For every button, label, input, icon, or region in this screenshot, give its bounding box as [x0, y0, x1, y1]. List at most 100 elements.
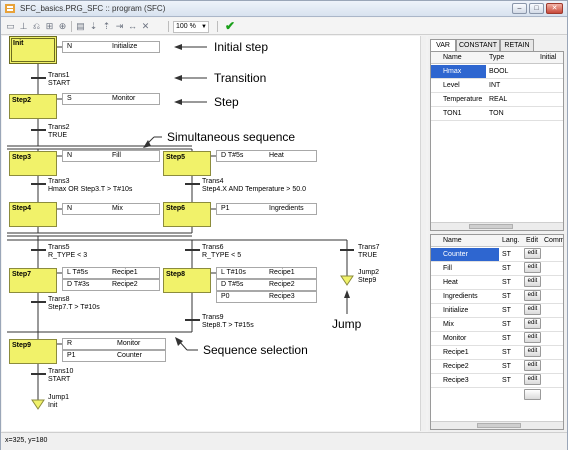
- table-row[interactable]: BOOL: [486, 65, 563, 79]
- delete-icon[interactable]: ✕: [140, 21, 151, 32]
- properties-icon[interactable]: ↔: [127, 21, 138, 32]
- action-name: Recipe1: [443, 349, 469, 356]
- right-panel: VAR CONSTANT RETAIN Name Type Initial Hm…: [428, 36, 567, 432]
- action-block[interactable]: L T#10s Recipe1: [216, 267, 317, 279]
- toolbar-separator: [71, 21, 72, 32]
- table-row[interactable]: ST edit: [499, 318, 563, 332]
- table-row[interactable]: Level INT: [431, 79, 563, 93]
- edit-button[interactable]: edit: [524, 318, 541, 329]
- close-button[interactable]: ✕: [546, 3, 563, 14]
- branch-icon[interactable]: ⎌: [31, 21, 42, 32]
- action-block[interactable]: N Initialize: [62, 41, 160, 53]
- table-row[interactable]: ST edit: [499, 304, 563, 318]
- action-block[interactable]: N Fill: [62, 150, 160, 162]
- minimize-button[interactable]: –: [512, 3, 527, 14]
- insert-icon[interactable]: ⇣: [88, 21, 99, 32]
- action-name: Initialize: [443, 307, 469, 314]
- canvas-scrollbar[interactable]: [420, 36, 426, 431]
- tab-constant[interactable]: CONSTANT: [456, 39, 500, 51]
- step-step3[interactable]: Step3: [9, 151, 57, 176]
- table-row[interactable]: ST edit: [499, 276, 563, 290]
- maximize-button[interactable]: □: [529, 3, 544, 14]
- transition-name: Trans5: [48, 244, 70, 251]
- step-step7[interactable]: Step7: [9, 268, 57, 293]
- table-row[interactable]: ST edit: [499, 360, 563, 374]
- var-name: Level: [443, 82, 460, 89]
- edit-button[interactable]: edit: [524, 248, 541, 259]
- step-step6[interactable]: Step6: [163, 202, 211, 227]
- scroll-thumb[interactable]: [477, 423, 521, 428]
- step-init[interactable]: Init: [9, 36, 57, 64]
- transition-name: Trans2: [48, 124, 70, 131]
- app-icon: [5, 4, 15, 13]
- move-down-icon[interactable]: ⇥: [114, 21, 125, 32]
- action-qualifier: D T#3s: [67, 281, 90, 288]
- step-step2[interactable]: Step2: [9, 94, 57, 119]
- edit-button[interactable]: edit: [524, 276, 541, 287]
- action-block[interactable]: P0 Recipe3: [216, 291, 317, 303]
- action-qualifier: L T#10s: [221, 269, 246, 276]
- table-row[interactable]: ST edit: [499, 374, 563, 388]
- action-block[interactable]: D T#3s Recipe2: [62, 279, 160, 291]
- zoom-select[interactable]: 100 % ▼: [173, 21, 209, 33]
- transition-icon[interactable]: ⊥: [18, 21, 29, 32]
- action-block[interactable]: D T#5s Recipe2: [216, 279, 317, 291]
- action-name: Monitor: [117, 340, 141, 347]
- action-block[interactable]: N Mix: [62, 203, 160, 215]
- edit-button[interactable]: edit: [524, 304, 541, 315]
- edit-button[interactable]: edit: [524, 346, 541, 357]
- edit-button[interactable]: edit: [524, 374, 541, 385]
- jump-icon[interactable]: ⊕: [57, 21, 68, 32]
- action-name: Recipe3: [443, 377, 469, 384]
- check-syntax-button[interactable]: ✔: [225, 19, 235, 33]
- step-step9[interactable]: Step9: [9, 339, 57, 364]
- var-table-scrollbar[interactable]: [431, 222, 563, 230]
- table-row[interactable]: ST edit: [499, 248, 563, 262]
- action-block[interactable]: D T#5s Heat: [216, 150, 317, 162]
- action-name: Monitor: [443, 335, 467, 342]
- parallel-icon[interactable]: ⊞: [44, 21, 55, 32]
- action-name: Heat: [269, 152, 284, 159]
- edit-button[interactable]: edit: [524, 290, 541, 301]
- sfc-canvas[interactable]: Init Step2 Step3 Step4 Step5 Step6 Step7…: [2, 36, 420, 431]
- scroll-thumb[interactable]: [469, 224, 513, 229]
- annotation-initial-step: Initial step: [214, 40, 269, 54]
- action-block[interactable]: P1 Ingredients: [216, 203, 317, 215]
- action-block[interactable]: L T#5s Recipe1: [62, 267, 160, 279]
- table-row[interactable]: ST edit: [499, 290, 563, 304]
- move-up-icon[interactable]: ⇡: [101, 21, 112, 32]
- action-block[interactable]: R Monitor: [62, 338, 166, 350]
- step-step5[interactable]: Step5: [163, 151, 211, 176]
- transition-condition: TRUE: [48, 132, 68, 139]
- new-action-button[interactable]: [524, 389, 541, 400]
- table-row[interactable]: ST edit: [499, 262, 563, 276]
- transition-name: Trans3: [48, 178, 70, 185]
- table-row[interactable]: Hmax: [431, 65, 486, 79]
- table-row[interactable]: ST edit: [499, 332, 563, 346]
- transition-condition: Step7.T > T#10s: [48, 304, 100, 311]
- action-language: ST: [502, 251, 511, 258]
- edit-button[interactable]: edit: [524, 262, 541, 273]
- jump-target: Init: [48, 402, 58, 409]
- edit-button[interactable]: edit: [524, 360, 541, 371]
- transition-name: Trans6: [202, 244, 224, 251]
- jump-name: Jump2: [358, 269, 380, 276]
- step-step4[interactable]: Step4: [9, 202, 57, 227]
- action-qualifier: P1: [221, 205, 230, 212]
- action-block[interactable]: P1 Counter: [62, 350, 166, 362]
- step-icon[interactable]: ▭: [5, 21, 16, 32]
- var-type: BOOL: [489, 68, 509, 75]
- action-block[interactable]: S Monitor: [62, 93, 160, 105]
- table-row[interactable]: TON1 TON: [431, 107, 563, 121]
- table-row[interactable]: Temperature REAL: [431, 93, 563, 107]
- action-name: Ingredients: [269, 205, 304, 212]
- action-icon[interactable]: ▤: [75, 21, 86, 32]
- table-row[interactable]: ST edit: [499, 346, 563, 360]
- edit-button[interactable]: edit: [524, 332, 541, 343]
- action-language: ST: [502, 293, 511, 300]
- step-step8[interactable]: Step8: [163, 268, 211, 293]
- actions-table-scrollbar[interactable]: [431, 421, 563, 429]
- table-row[interactable]: Counter: [431, 248, 499, 262]
- action-name: Heat: [443, 279, 458, 286]
- tab-retain[interactable]: RETAIN: [500, 39, 534, 51]
